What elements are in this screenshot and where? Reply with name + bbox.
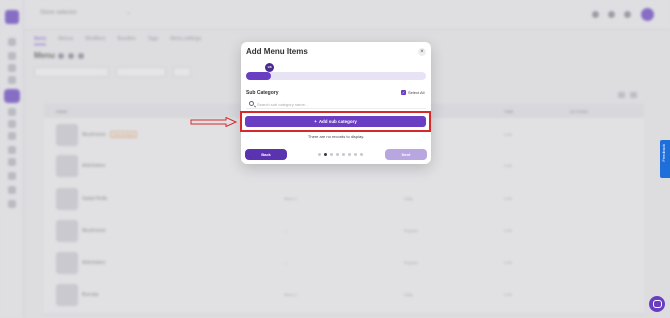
step-dot[interactable] xyxy=(324,153,327,156)
annotation-arrow-icon xyxy=(190,117,238,127)
progress-fill xyxy=(246,72,272,80)
search-input[interactable] xyxy=(257,100,417,108)
progress-step-indicator: 1/8 xyxy=(265,63,274,72)
step-dot[interactable] xyxy=(342,153,345,156)
next-button[interactable]: Next xyxy=(385,149,427,160)
select-all-label: Select All xyxy=(408,90,425,95)
search-icon xyxy=(249,101,254,106)
progress-bar: 1/8 xyxy=(246,63,426,80)
step-dot[interactable] xyxy=(360,153,363,156)
modal-title: Add Menu Items xyxy=(246,47,308,56)
step-dot[interactable] xyxy=(354,153,357,156)
step-dot[interactable] xyxy=(336,153,339,156)
chat-icon[interactable] xyxy=(649,296,665,312)
empty-state-message: There are no records to display. xyxy=(307,134,365,139)
highlight-box xyxy=(240,111,431,132)
step-dot[interactable] xyxy=(318,153,321,156)
feedback-label: Feedback xyxy=(661,144,666,162)
feedback-tab[interactable]: Feedback xyxy=(660,140,670,178)
step-dot[interactable] xyxy=(330,153,333,156)
step-dot[interactable] xyxy=(348,153,351,156)
back-button[interactable]: Back xyxy=(245,149,287,160)
add-menu-items-modal: Add Menu Items × 1/8 Sub Category ✓ Sele… xyxy=(241,42,431,164)
checkbox-icon[interactable]: ✓ xyxy=(401,90,406,95)
close-icon[interactable]: × xyxy=(418,48,426,56)
step-dots xyxy=(318,153,363,156)
sub-category-search xyxy=(246,100,426,109)
section-title: Sub Category xyxy=(246,90,279,96)
select-all-checkbox[interactable]: ✓ Select All xyxy=(401,90,424,95)
